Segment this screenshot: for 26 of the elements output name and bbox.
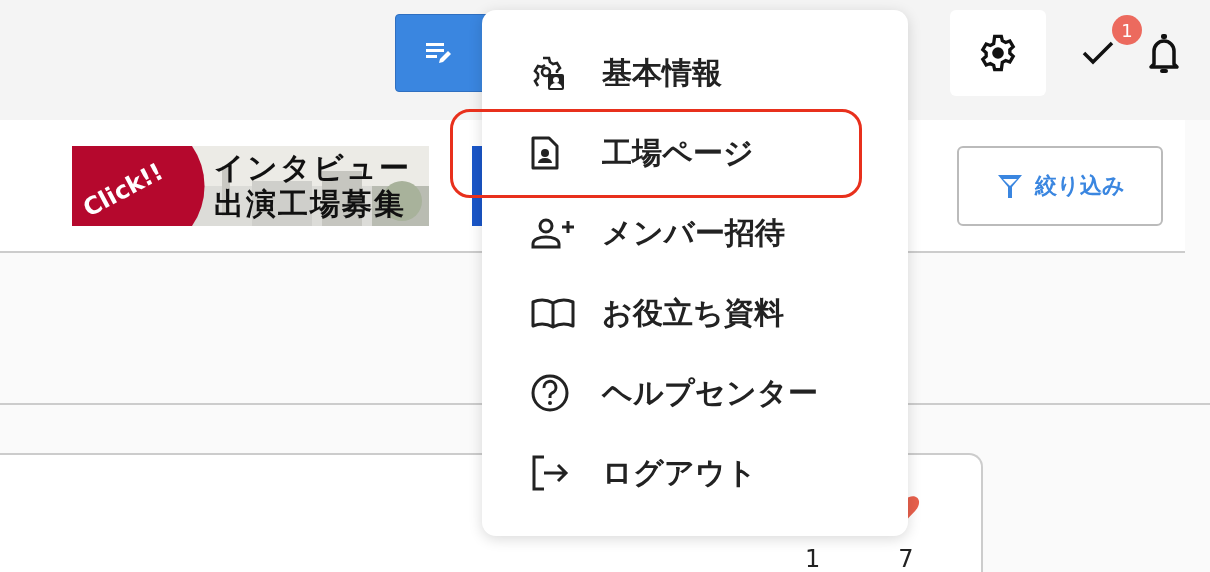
menu-item-label: メンバー招待 bbox=[602, 213, 785, 252]
menu-item-label: 工場ページ bbox=[602, 133, 754, 172]
menu-item[interactable]: メンバー招待 bbox=[482, 193, 862, 273]
checkmark-icon[interactable] bbox=[1081, 40, 1115, 66]
menu-item[interactable]: ヘルプセンター bbox=[482, 353, 862, 433]
filter-button[interactable]: 絞り込み bbox=[957, 145, 1163, 226]
count-text: 7 bbox=[898, 545, 914, 572]
menu-item-label: 基本情報 bbox=[602, 53, 722, 92]
menu-item[interactable]: お役立ち資料 bbox=[482, 273, 862, 353]
notification-badge: 1 bbox=[1112, 15, 1142, 45]
help-icon bbox=[530, 373, 570, 413]
menu-item[interactable]: 基本情報 bbox=[482, 33, 862, 113]
count-text: 1 bbox=[805, 545, 821, 572]
menu-item[interactable]: ログアウト bbox=[482, 433, 862, 513]
menu-item-label: お役立ち資料 bbox=[602, 293, 784, 332]
settings-button[interactable] bbox=[950, 10, 1046, 96]
menu-item-label: ログアウト bbox=[602, 453, 757, 492]
banner-text: インタビュー bbox=[214, 149, 411, 186]
book-icon bbox=[530, 297, 576, 329]
settings-icon bbox=[978, 33, 1018, 73]
contact-page-icon bbox=[530, 135, 560, 171]
bell-icon[interactable] bbox=[1146, 32, 1182, 74]
menu-item-label: ヘルプセンター bbox=[602, 373, 818, 412]
add-user-icon bbox=[530, 217, 576, 249]
banner-text: 出演工場募集 bbox=[214, 185, 407, 222]
logout-icon bbox=[530, 454, 570, 492]
